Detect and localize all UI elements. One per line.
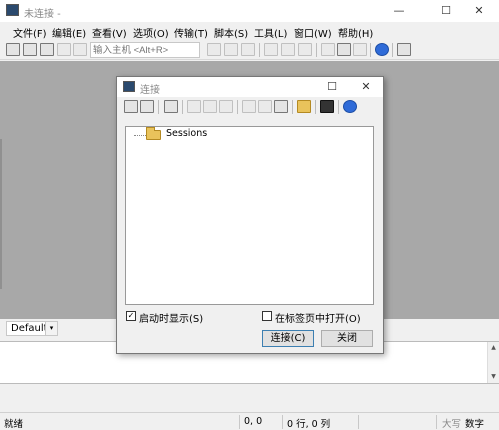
menu-tools[interactable]: 工具(L) [254,25,287,40]
scroll-down-icon[interactable]: ▼ [488,373,499,380]
connect-button[interactable]: 连接(C) [262,330,314,347]
session-options-icon[interactable] [321,43,335,56]
copy-icon[interactable] [207,43,221,56]
close-button[interactable]: ✕ [459,0,499,22]
connect-dialog: 连接 ☐ ✕ Sessions ✓ 启动时显示(S) 在标签页中打开(O) 连接… [116,76,384,354]
menu-transfer[interactable]: 传输(T) [174,25,208,40]
startup-checkbox[interactable]: ✓ [126,311,136,321]
help-icon[interactable] [343,100,357,113]
minimize-button[interactable]: — [379,0,419,22]
dialog-close-button[interactable]: ✕ [351,77,381,97]
num-indicator: 数字 [465,419,485,430]
session-select-value: Default [11,323,48,334]
menu-view[interactable]: 查看(V) [92,25,127,40]
menu-edit[interactable]: 编辑(E) [52,25,86,40]
status-divider [436,415,437,429]
status-divider [239,415,240,429]
toolbar-separator [370,43,371,57]
scroll-up-icon[interactable]: ▲ [488,344,499,351]
toolbar-separator [158,100,159,114]
copy-icon[interactable] [203,100,217,113]
cursor-position: 0, 0 [244,416,263,427]
toolbar-separator [315,100,316,114]
menu-window[interactable]: 窗口(W) [294,25,332,40]
global-options-icon[interactable] [337,43,351,56]
help-icon[interactable] [375,43,389,56]
menu-options[interactable]: 选项(O) [133,25,169,40]
close-dialog-button[interactable]: 关闭 [321,330,373,347]
window-titlebar: 未连接 - — ☐ ✕ [0,0,499,22]
toolbar-separator [338,100,339,114]
main-toolbar [0,40,499,60]
session-select[interactable]: Default ▾ [6,321,58,336]
find-icon[interactable] [274,100,288,113]
paste-icon[interactable] [224,43,238,56]
toolbar-separator [237,100,238,114]
properties-icon[interactable] [258,100,272,113]
print-icon[interactable] [264,43,278,56]
status-bar: 就绪 0, 0 0 行, 0 列 大写 数字 [0,412,499,430]
quick-connect-icon[interactable] [23,43,37,56]
dialog-title: 连接 [140,85,160,96]
tree-item-sessions[interactable]: Sessions [166,128,207,139]
menu-help[interactable]: 帮助(H) [338,25,373,40]
reconnect-icon[interactable] [57,43,71,56]
startup-checkbox-label[interactable]: 启动时显示(S) [139,310,203,325]
toolbar-separator [392,43,393,57]
copy-paste-icon[interactable] [241,43,255,56]
new-session-icon[interactable] [164,100,178,113]
toolbar-separator [316,43,317,57]
menu-file[interactable]: 文件(F) [13,25,47,40]
chevron-down-icon[interactable]: ▾ [45,322,57,335]
command-scrollbar[interactable]: ▲ ▼ [487,342,499,383]
menu-script[interactable]: 脚本(S) [214,25,248,40]
status-divider [282,415,283,429]
workspace-edge [0,139,2,289]
cut-icon[interactable] [187,100,201,113]
session-tree[interactable]: Sessions [125,126,374,305]
app-icon [6,4,19,16]
quick-connect-icon[interactable] [140,100,154,113]
status-text: 就绪 [4,419,24,430]
dialog-app-icon [123,81,135,92]
status-divider [358,415,359,429]
toolbar-separator [182,100,183,114]
paste-icon[interactable] [219,100,233,113]
open-in-tab-label[interactable]: 在标签页中打开(O) [275,310,361,325]
terminal-icon[interactable] [320,100,334,113]
menubar: 文件(F) 编辑(E) 查看(V) 选项(O) 传输(T) 脚本(S) 工具(L… [0,22,499,40]
print-setup-icon[interactable] [281,43,295,56]
dialog-maximize-button[interactable]: ☐ [317,77,347,97]
connect-in-tab-icon[interactable] [40,43,54,56]
dialog-toolbar [117,98,383,116]
caps-indicator: 大写 [442,419,462,430]
dialog-titlebar: 连接 ☐ ✕ [117,77,383,97]
keymap-icon[interactable] [353,43,367,56]
rows-cols: 0 行, 0 列 [287,419,331,430]
connect-icon[interactable] [6,43,20,56]
window-title: 未连接 - [24,9,61,20]
sftp-icon[interactable] [397,43,411,56]
host-input[interactable] [90,42,200,58]
toolbar-separator [259,43,260,57]
disconnect-icon[interactable] [73,43,87,56]
toolbar-separator [292,100,293,114]
folder-icon [146,127,161,140]
open-in-tab-checkbox[interactable] [262,311,272,321]
delete-icon[interactable] [242,100,256,113]
find-icon[interactable] [298,43,312,56]
new-folder-icon[interactable] [297,100,311,113]
connect-icon[interactable] [124,100,138,113]
